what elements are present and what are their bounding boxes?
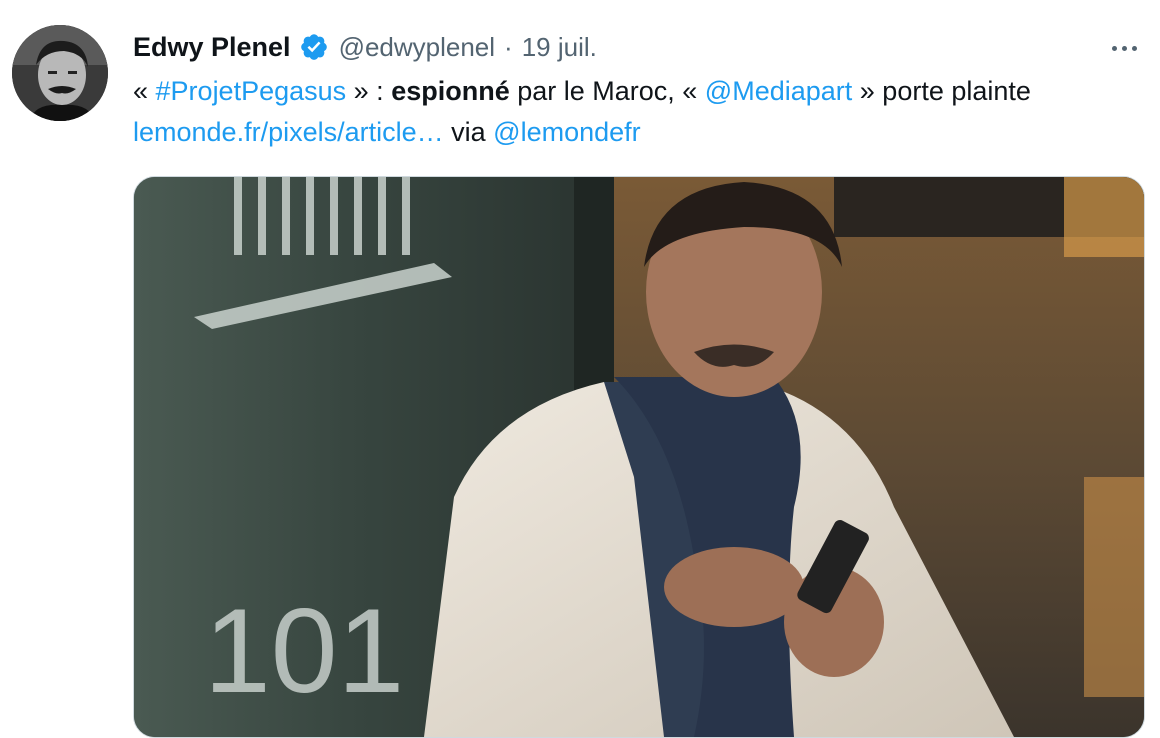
- mention-link[interactable]: @Mediapart: [705, 76, 852, 106]
- avatar[interactable]: [12, 25, 108, 121]
- text-bold-word: espionné: [391, 76, 510, 106]
- author-name[interactable]: Edwy Plenel: [133, 32, 291, 63]
- author-handle[interactable]: @edwyplenel: [339, 32, 495, 63]
- text-close-colon: » :: [346, 76, 392, 106]
- via-mention-link[interactable]: @lemondefr: [493, 117, 640, 147]
- more-horizontal-icon[interactable]: [1108, 36, 1140, 60]
- text-mid: par le Maroc, «: [509, 76, 705, 106]
- tweet-text-line-2: lemonde.fr/pixels/article… via @lemondef…: [133, 114, 641, 150]
- tweet-header: Edwy Plenel @edwyplenel · 19 juil.: [133, 30, 597, 64]
- separator-dot: ·: [504, 31, 513, 62]
- door-number-text: 101: [204, 584, 404, 718]
- more-dot: [1111, 45, 1117, 51]
- article-url-link[interactable]: lemonde.fr/pixels/article…: [133, 117, 444, 147]
- verified-badge-icon: [300, 34, 327, 60]
- text-open-quote: «: [133, 76, 156, 106]
- more-dot: [1131, 45, 1137, 51]
- avatar-photo: [12, 25, 108, 121]
- tweet-text-line-1: « #ProjetPegasus » : espionné par le Mar…: [133, 73, 1031, 109]
- tweet-date[interactable]: 19 juil.: [522, 32, 597, 63]
- hashtag-link[interactable]: #ProjetPegasus: [156, 76, 347, 106]
- text-end: » porte plainte: [852, 76, 1031, 106]
- text-via: via: [443, 117, 494, 147]
- media-photo: 101: [134, 177, 1144, 737]
- tweet-media-image[interactable]: 101: [133, 176, 1145, 738]
- more-dot: [1121, 45, 1127, 51]
